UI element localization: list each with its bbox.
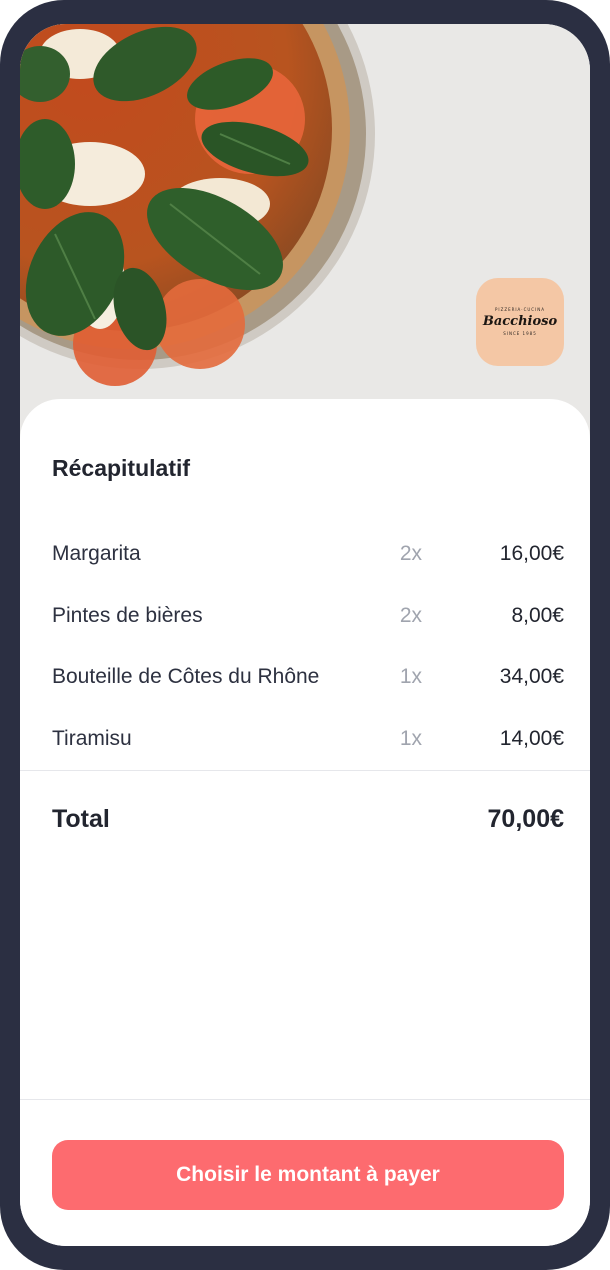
total-value: 70,00€	[487, 805, 564, 833]
item-price: 16,00€	[499, 542, 564, 565]
total-label: Total	[52, 805, 110, 833]
item-quantity: 2x	[399, 542, 422, 565]
order-item-row: Pintes de bières 2x 8,00€	[20, 603, 590, 665]
order-item-row: Margarita 2x 16,00€	[20, 541, 590, 603]
item-price: 8,00€	[511, 603, 564, 627]
item-name: Margarita	[52, 542, 141, 565]
item-quantity: 1x	[399, 665, 422, 688]
summary-title: Récapitulatif	[52, 455, 191, 481]
item-price: 14,00€	[499, 726, 564, 750]
pizza-hero-image: PIZZERIA·CUCINA Bacchioso SINCE 1985	[20, 24, 590, 444]
phone-frame: PIZZERIA·CUCINA Bacchioso SINCE 1985 Réc…	[0, 0, 610, 1270]
order-items-list: Margarita 2x 16,00€ Pintes de bières 2x …	[20, 541, 590, 787]
choose-amount-button[interactable]: Choisir le montant à payer	[52, 1140, 564, 1210]
item-price: 34,00€	[499, 665, 564, 688]
item-quantity: 1x	[399, 726, 422, 750]
pizza-illustration	[20, 24, 375, 386]
item-name: Pintes de bières	[52, 603, 203, 627]
order-item-row: Tiramisu 1x 14,00€	[20, 726, 590, 788]
items-divider	[20, 770, 590, 771]
footer-divider	[20, 1099, 590, 1100]
restaurant-logo: PIZZERIA·CUCINA Bacchioso SINCE 1985	[476, 278, 564, 366]
order-item-row: Bouteille de Côtes du Rhône 1x 34,00€	[20, 664, 590, 726]
app-screen: PIZZERIA·CUCINA Bacchioso SINCE 1985 Réc…	[20, 24, 590, 1246]
item-name: Tiramisu	[52, 726, 132, 750]
order-summary-sheet: Récapitulatif Margarita 2x 16,00€ Pintes…	[20, 399, 590, 1246]
logo-name: Bacchioso	[482, 314, 558, 329]
logo-tagline-bottom: SINCE 1985	[503, 331, 537, 336]
item-name: Bouteille de Côtes du Rhône	[52, 665, 320, 688]
item-quantity: 2x	[399, 603, 422, 627]
